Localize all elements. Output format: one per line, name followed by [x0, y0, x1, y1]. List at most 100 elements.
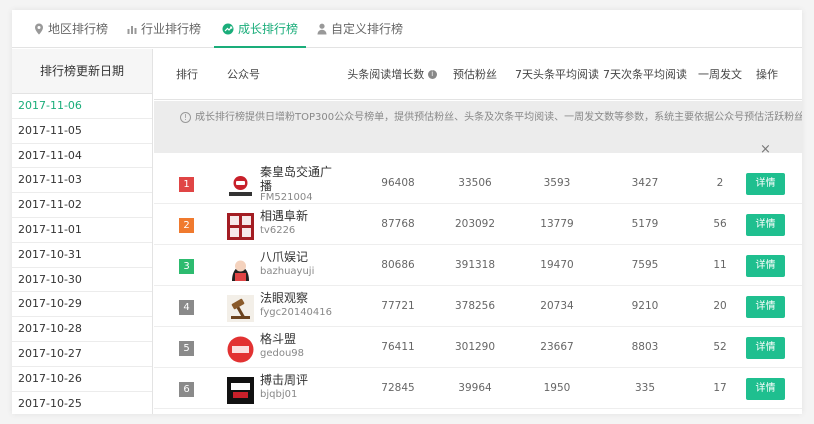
avg-head-value: 13779 [540, 218, 574, 230]
growth-value: 77721 [381, 300, 415, 312]
user-icon [317, 23, 327, 34]
avg-head-value: 1950 [543, 382, 571, 394]
growth-icon [222, 23, 234, 34]
account-id: bjqbj01 [260, 389, 298, 400]
account-id: tv6226 [260, 225, 296, 236]
sidebar-date-item[interactable]: 2017-10-27 [12, 342, 152, 367]
header-growth[interactable]: 头条阅读增长数 i [346, 49, 438, 100]
account-name[interactable]: 八爪娱记 [260, 250, 308, 264]
sidebar-date-item[interactable]: 2017-10-26 [12, 367, 152, 392]
weekly-value: 2 [716, 177, 724, 189]
fans-value: 391318 [454, 259, 496, 271]
tab-label: 自定义排行榜 [331, 22, 404, 36]
header-fans: 预估粉丝 [453, 68, 497, 81]
account-avatar[interactable] [227, 377, 254, 404]
rank-badge: 4 [179, 300, 194, 315]
avg-head-value: 20734 [540, 300, 574, 312]
tab-growth-ranking[interactable]: 成长排行榜 [213, 10, 307, 48]
table-header: 排行 公众号 头条阅读增长数 i 预估粉丝 7天头条平均阅读 7天次条平均阅读 … [154, 49, 802, 100]
location-pin-icon [35, 23, 43, 34]
info-circle-icon: ! [180, 112, 191, 123]
sidebar-title: 排行榜更新日期 [12, 49, 152, 94]
sidebar-date-item[interactable]: 2017-10-29 [12, 292, 152, 318]
avg-second-value: 8803 [631, 341, 659, 353]
date-sidebar: 排行榜更新日期 2017-11-06 2017-11-05 2017-11-04 20… [12, 49, 153, 414]
tab-label: 地区排行榜 [48, 22, 109, 36]
account-name[interactable]: 相遇阜新 [260, 209, 308, 223]
fans-value: 301290 [454, 341, 496, 353]
details-button[interactable]: 详情 [746, 337, 785, 359]
sidebar-date-item[interactable]: 2017-10-28 [12, 317, 152, 342]
details-button[interactable]: 详情 [746, 255, 785, 277]
ranking-panel: 地区排行榜 行业排行榜 成长排行榜 自定义排行榜 排行榜更新日期 2017-11… [12, 10, 802, 414]
account-id: bazhuayuji [260, 266, 315, 277]
rank-badge: 2 [179, 218, 194, 233]
notice-banner: ! 成长排行榜提供日增粉TOP300公众号榜单，提供预估粉丝、头条及次条平均阅读… [154, 101, 802, 157]
header-rank: 排行 [176, 68, 198, 81]
weekly-value: 20 [713, 300, 727, 312]
tab-label: 行业排行榜 [141, 22, 202, 36]
growth-value: 96408 [381, 177, 415, 189]
table-row: 3 八爪娱记 bazhuayuji 80686 391318 19470 759… [154, 245, 802, 286]
ranking-table: 排行 公众号 头条阅读增长数 i 预估粉丝 7天头条平均阅读 7天次条平均阅读 … [154, 49, 802, 414]
table-row: 6 搏击周评 bjqbj01 72845 39964 1950 335 17 详… [154, 368, 802, 409]
details-button[interactable]: 详情 [746, 296, 785, 318]
sidebar-date-item[interactable]: 2017-10-31 [12, 243, 152, 268]
account-id: FM521004 [260, 192, 313, 203]
details-button[interactable]: 详情 [746, 378, 785, 400]
avg-head-value: 23667 [540, 341, 574, 353]
account-name-line1: 秦皇岛交通广 [260, 165, 333, 179]
account-avatar[interactable] [227, 254, 254, 281]
account-avatar[interactable] [227, 213, 254, 240]
account-avatar[interactable] [227, 336, 254, 363]
account-avatar[interactable] [227, 172, 254, 199]
tab-custom-ranking[interactable]: 自定义排行榜 [317, 10, 403, 48]
sidebar-date-item[interactable]: 2017-11-03 [12, 168, 152, 194]
account-name[interactable]: 秦皇岛交通广播 [260, 165, 332, 193]
growth-value: 72845 [381, 382, 415, 394]
avg-second-value: 5179 [631, 218, 659, 230]
account-name[interactable]: 格斗盟 [260, 332, 296, 346]
close-icon[interactable]: × [760, 142, 771, 157]
sidebar-date-item[interactable]: 2017-11-06 [12, 94, 152, 119]
header-action: 操作 [756, 68, 778, 81]
info-icon[interactable]: i [427, 69, 437, 79]
fans-value: 33506 [458, 177, 492, 189]
account-avatar[interactable] [227, 295, 254, 322]
table-row: 2 相遇阜新 tv6226 87768 203092 13779 5179 56… [154, 204, 802, 245]
tab-label: 成长排行榜 [238, 22, 299, 36]
bar-chart-icon [127, 25, 137, 34]
header-weekly: 一周发文 [698, 68, 742, 81]
avg-second-value: 7595 [631, 259, 659, 271]
sidebar-date-item[interactable]: 2017-11-02 [12, 193, 152, 218]
weekly-value: 56 [713, 218, 727, 230]
weekly-value: 52 [713, 341, 727, 353]
rank-badge: 1 [179, 177, 194, 192]
weekly-value: 11 [713, 259, 727, 271]
sidebar-date-item[interactable]: 2017-10-25 [12, 392, 152, 414]
account-name[interactable]: 搏击周评 [260, 373, 308, 387]
details-button[interactable]: 详情 [746, 214, 785, 236]
tab-industry-ranking[interactable]: 行业排行榜 [127, 10, 201, 48]
tab-bar: 地区排行榜 行业排行榜 成长排行榜 自定义排行榜 [12, 10, 802, 48]
sidebar-date-item[interactable]: 2017-11-04 [12, 144, 152, 169]
notice-text: 成长排行榜提供日增粉TOP300公众号榜单，提供预估粉丝、头条及次条平均阅读、一… [195, 112, 802, 123]
table-row: 4 法眼观察 fygc20140416 77721 378256 20734 9… [154, 286, 802, 327]
header-account: 公众号 [227, 68, 260, 81]
account-id: fygc20140416 [260, 307, 333, 318]
account-name[interactable]: 法眼观察 [260, 291, 308, 305]
tab-region-ranking[interactable]: 地区排行榜 [34, 10, 108, 48]
details-button[interactable]: 详情 [746, 173, 785, 195]
growth-value: 76411 [381, 341, 415, 353]
fans-value: 378256 [454, 300, 496, 312]
sidebar-date-item[interactable]: 2017-10-30 [12, 268, 152, 293]
header-avg-head: 7天头条平均阅读 [515, 68, 599, 81]
rank-badge: 3 [179, 259, 194, 274]
sidebar-date-item[interactable]: 2017-11-01 [12, 218, 152, 243]
fans-value: 203092 [454, 218, 496, 230]
avg-second-value: 335 [634, 382, 656, 394]
growth-value: 87768 [381, 218, 415, 230]
sidebar-date-item[interactable]: 2017-11-05 [12, 119, 152, 144]
growth-value: 80686 [381, 259, 415, 271]
fans-value: 39964 [458, 382, 492, 394]
